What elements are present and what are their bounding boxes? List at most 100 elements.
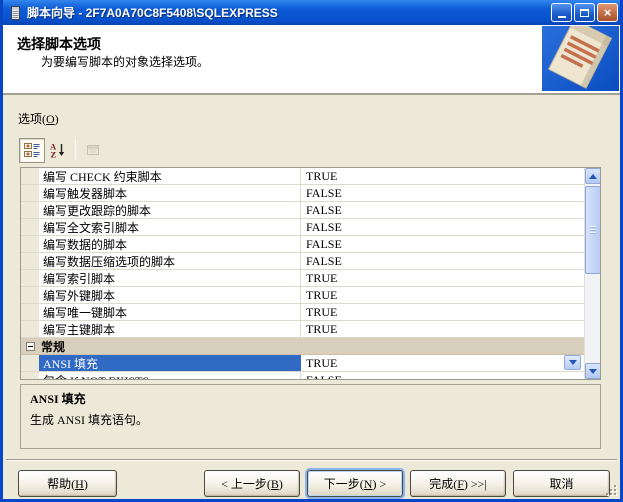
- arrow-up-icon: [589, 174, 597, 179]
- row-indent: [21, 185, 39, 201]
- scroll-up-button[interactable]: [585, 168, 601, 184]
- property-label: 包含 If NOT EXISTS: [39, 372, 301, 379]
- property-value[interactable]: FALSE: [301, 236, 584, 252]
- property-grid-toolbar: A Z: [19, 137, 106, 163]
- category-label: 常规: [39, 338, 65, 354]
- back-button[interactable]: < 上一步(B): [204, 470, 300, 497]
- property-row[interactable]: 编写更改跟踪的脚本 FALSE: [21, 202, 584, 219]
- property-value[interactable]: TRUE: [301, 270, 584, 286]
- resize-grip[interactable]: [604, 483, 617, 496]
- svg-text:Z: Z: [51, 150, 57, 159]
- property-value-text: FALSE: [306, 237, 342, 252]
- property-row[interactable]: 编写外键脚本TRUE: [21, 287, 584, 304]
- property-value[interactable]: TRUE: [301, 168, 584, 184]
- property-value[interactable]: TRUE: [301, 304, 584, 320]
- minimize-icon: [558, 16, 566, 18]
- row-indent: [21, 372, 39, 379]
- property-value-text: TRUE: [306, 322, 337, 337]
- row-indent: [21, 168, 39, 184]
- property-value-text: TRUE: [306, 305, 337, 320]
- property-row[interactable]: ANSI 填充 TRUE: [21, 355, 584, 372]
- window-icon: [7, 5, 23, 21]
- row-indent: [21, 202, 39, 218]
- window-title: 脚本向导 - 2F7A0A70C8F5408\SQLEXPRESS: [27, 4, 551, 21]
- help-button[interactable]: 帮助(H): [18, 470, 117, 497]
- property-value-text: FALSE: [306, 203, 342, 218]
- property-label: 编写数据的脚本: [39, 236, 301, 252]
- property-label: 编写数据压缩选项的脚本: [39, 253, 301, 269]
- property-row[interactable]: 编写索引脚本 TRUE: [21, 270, 584, 287]
- row-indent: [21, 219, 39, 235]
- close-icon: ×: [604, 6, 612, 19]
- cancel-button[interactable]: 取消: [513, 470, 610, 497]
- category-indent: [21, 338, 39, 354]
- arrow-down-icon: [589, 369, 597, 374]
- wizard-header: 选择脚本选项 为要编写脚本的对象选择选项。: [3, 25, 620, 95]
- property-value[interactable]: FALSE: [301, 372, 584, 379]
- finish-button[interactable]: 完成(F) >>|: [410, 470, 506, 497]
- minimize-button[interactable]: [551, 3, 572, 22]
- value-dropdown-button[interactable]: [564, 355, 581, 370]
- scroll-down-button[interactable]: [585, 363, 601, 379]
- row-indent: [21, 253, 39, 269]
- toolbar-separator: [75, 140, 76, 160]
- collapse-icon[interactable]: [26, 342, 35, 351]
- row-indent: [21, 321, 39, 337]
- property-row[interactable]: 编写 CHECK 约束脚本 TRUE: [21, 168, 584, 185]
- property-value[interactable]: FALSE: [301, 253, 584, 269]
- alphabetical-sort-button[interactable]: A Z: [45, 138, 71, 163]
- property-row[interactable]: 编写唯一键脚本 TRUE: [21, 304, 584, 321]
- row-indent: [21, 236, 39, 252]
- property-row[interactable]: 编写主键脚本 TRUE: [21, 321, 584, 338]
- property-label: 编写主键脚本: [39, 321, 301, 337]
- description-text: 生成 ANSI 填充语句。: [30, 411, 591, 428]
- footer-divider: [6, 459, 617, 461]
- property-value[interactable]: FALSE: [301, 185, 584, 201]
- property-pages-icon: [85, 142, 101, 158]
- property-label: 编写全文索引脚本: [39, 219, 301, 235]
- page-subtitle: 为要编写脚本的对象选择选项。: [41, 53, 209, 70]
- property-value-text: TRUE: [306, 271, 337, 286]
- property-row[interactable]: 编写数据的脚本 FALSE: [21, 236, 584, 253]
- wizard-scroll-graphic: [542, 26, 619, 91]
- property-value-text: FALSE: [306, 186, 342, 201]
- next-button[interactable]: 下一步(N) >: [307, 470, 403, 497]
- property-value-text: TRUE: [306, 169, 337, 184]
- property-row[interactable]: 编写触发器脚本 FALSE: [21, 185, 584, 202]
- alphabetical-sort-icon: A Z: [50, 142, 66, 158]
- property-row[interactable]: 编写数据压缩选项的脚本FALSE: [21, 253, 584, 270]
- categorized-button[interactable]: [19, 138, 45, 163]
- vertical-scrollbar[interactable]: [584, 168, 600, 379]
- property-label: 编写更改跟踪的脚本: [39, 202, 301, 218]
- property-value-text: FALSE: [306, 220, 342, 235]
- property-value-text: TRUE: [306, 288, 337, 303]
- titlebar[interactable]: 脚本向导 - 2F7A0A70C8F5408\SQLEXPRESS ×: [3, 0, 620, 25]
- categorized-icon: [24, 142, 40, 158]
- script-wizard-window: 脚本向导 - 2F7A0A70C8F5408\SQLEXPRESS × 选择脚本…: [0, 0, 623, 502]
- property-value[interactable]: FALSE: [301, 219, 584, 235]
- scrollbar-thumb[interactable]: [585, 186, 601, 274]
- property-label: 编写索引脚本: [39, 270, 301, 286]
- property-value[interactable]: TRUE: [301, 287, 584, 303]
- page-title: 选择脚本选项: [17, 34, 101, 54]
- description-title: ANSI 填充: [30, 390, 591, 407]
- options-label: 选项(O): [18, 110, 59, 127]
- property-value-text: FALSE: [306, 373, 342, 380]
- property-label: ANSI 填充: [39, 355, 301, 371]
- category-row[interactable]: 常规: [21, 338, 584, 355]
- property-row[interactable]: 包含 If NOT EXISTS FALSE: [21, 372, 584, 379]
- property-pages-button: [80, 138, 106, 163]
- property-grid[interactable]: 编写 CHECK 约束脚本 TRUE 编写触发器脚本 FALSE 编写更改跟踪的脚本 FA…: [20, 167, 601, 380]
- row-indent: [21, 304, 39, 320]
- property-value[interactable]: TRUE: [301, 321, 584, 337]
- property-label: 编写 CHECK 约束脚本: [39, 168, 301, 184]
- property-value[interactable]: TRUE: [301, 355, 584, 371]
- close-button[interactable]: ×: [597, 3, 618, 22]
- dialog-body: 选择脚本选项 为要编写脚本的对象选择选项。: [3, 25, 620, 499]
- property-row[interactable]: 编写全文索引脚本 FALSE: [21, 219, 584, 236]
- property-value-text: TRUE: [306, 356, 337, 371]
- property-label: 编写触发器脚本: [39, 185, 301, 201]
- property-label: 编写唯一键脚本: [39, 304, 301, 320]
- maximize-button[interactable]: [574, 3, 595, 22]
- property-value[interactable]: FALSE: [301, 202, 584, 218]
